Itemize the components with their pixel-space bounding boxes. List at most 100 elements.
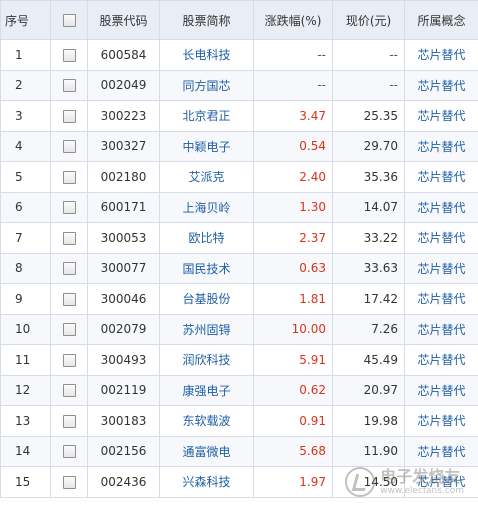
table-row[interactable]: 15 002436 兴森科技 1.97 14.50 芯片替代 bbox=[0, 466, 478, 498]
table-row[interactable]: 9 300046 台基股份 1.81 17.42 芯片替代 bbox=[0, 283, 478, 315]
row-checkbox[interactable] bbox=[62, 384, 76, 398]
row-checkbox-cell[interactable] bbox=[50, 283, 88, 315]
row-price: 19.98 bbox=[332, 405, 405, 437]
header-code[interactable]: 股票代码 bbox=[87, 0, 160, 40]
row-concept-link[interactable]: 芯片替代 bbox=[404, 466, 478, 498]
row-concept-link[interactable]: 芯片替代 bbox=[404, 222, 478, 254]
row-checkbox-cell[interactable] bbox=[50, 374, 88, 406]
row-checkbox-cell[interactable] bbox=[50, 69, 88, 101]
row-checkbox[interactable] bbox=[62, 323, 76, 337]
row-checkbox-cell[interactable] bbox=[50, 130, 88, 162]
row-price: 14.50 bbox=[332, 466, 405, 498]
row-concept-link[interactable]: 芯片替代 bbox=[404, 161, 478, 193]
row-checkbox[interactable] bbox=[62, 48, 76, 62]
table-row[interactable]: 14 002156 通富微电 5.68 11.90 芯片替代 bbox=[0, 435, 478, 467]
row-checkbox-cell[interactable] bbox=[50, 39, 88, 71]
table-header-row: 序号 股票代码 股票简称 涨跌幅(%) 现价(元) 所属概念 bbox=[0, 0, 478, 40]
row-change: 1.30 bbox=[253, 191, 333, 223]
row-change: 1.81 bbox=[253, 283, 333, 315]
row-concept-link[interactable]: 芯片替代 bbox=[404, 191, 478, 223]
row-concept-link[interactable]: 芯片替代 bbox=[404, 100, 478, 132]
row-checkbox[interactable] bbox=[62, 292, 76, 306]
row-concept-link[interactable]: 芯片替代 bbox=[404, 130, 478, 162]
row-checkbox-cell[interactable] bbox=[50, 405, 88, 437]
row-name-link[interactable]: 上海贝岭 bbox=[159, 191, 254, 223]
row-concept-link[interactable]: 芯片替代 bbox=[404, 252, 478, 284]
table-row[interactable]: 8 300077 国民技术 0.63 33.63 芯片替代 bbox=[0, 252, 478, 284]
header-change[interactable]: 涨跌幅(%) bbox=[253, 0, 333, 40]
row-name-link[interactable]: 长电科技 bbox=[159, 39, 254, 71]
row-name-link[interactable]: 艾派克 bbox=[159, 161, 254, 193]
row-checkbox[interactable] bbox=[62, 109, 76, 123]
row-code: 300223 bbox=[87, 100, 160, 132]
row-price: 17.42 bbox=[332, 283, 405, 315]
table-row[interactable]: 1 600584 长电科技 -- -- 芯片替代 bbox=[0, 39, 478, 71]
table-row[interactable]: 11 300493 润欣科技 5.91 45.49 芯片替代 bbox=[0, 344, 478, 376]
row-checkbox-cell[interactable] bbox=[50, 344, 88, 376]
row-name-link[interactable]: 通富微电 bbox=[159, 435, 254, 467]
row-checkbox[interactable] bbox=[62, 170, 76, 184]
row-concept-link[interactable]: 芯片替代 bbox=[404, 69, 478, 101]
row-price: -- bbox=[332, 69, 405, 101]
table-row[interactable]: 3 300223 北京君正 3.47 25.35 芯片替代 bbox=[0, 100, 478, 132]
row-concept-link[interactable]: 芯片替代 bbox=[404, 313, 478, 345]
header-select-all[interactable] bbox=[50, 0, 88, 40]
row-index: 9 bbox=[0, 283, 51, 315]
row-checkbox[interactable] bbox=[62, 201, 76, 215]
row-concept-link[interactable]: 芯片替代 bbox=[404, 39, 478, 71]
row-index: 7 bbox=[0, 222, 51, 254]
table-row[interactable]: 12 002119 康强电子 0.62 20.97 芯片替代 bbox=[0, 374, 478, 406]
row-checkbox-cell[interactable] bbox=[50, 100, 88, 132]
table-row[interactable]: 7 300053 欧比特 2.37 33.22 芯片替代 bbox=[0, 222, 478, 254]
row-name-link[interactable]: 北京君正 bbox=[159, 100, 254, 132]
row-name-link[interactable]: 东软载波 bbox=[159, 405, 254, 437]
row-code: 300327 bbox=[87, 130, 160, 162]
table-row[interactable]: 13 300183 东软载波 0.91 19.98 芯片替代 bbox=[0, 405, 478, 437]
row-concept-link[interactable]: 芯片替代 bbox=[404, 374, 478, 406]
row-checkbox[interactable] bbox=[62, 262, 76, 276]
header-concept[interactable]: 所属概念 bbox=[404, 0, 478, 40]
row-checkbox[interactable] bbox=[62, 353, 76, 367]
row-name-link[interactable]: 台基股份 bbox=[159, 283, 254, 315]
row-checkbox[interactable] bbox=[62, 140, 76, 154]
row-checkbox[interactable] bbox=[62, 79, 76, 93]
row-checkbox-cell[interactable] bbox=[50, 252, 88, 284]
row-price: 45.49 bbox=[332, 344, 405, 376]
row-name-link[interactable]: 中颖电子 bbox=[159, 130, 254, 162]
table-row[interactable]: 2 002049 同方国芯 -- -- 芯片替代 bbox=[0, 69, 478, 101]
row-checkbox-cell[interactable] bbox=[50, 435, 88, 467]
row-checkbox-cell[interactable] bbox=[50, 191, 88, 223]
table-row[interactable]: 10 002079 苏州固锝 10.00 7.26 芯片替代 bbox=[0, 313, 478, 345]
select-all-checkbox[interactable] bbox=[62, 14, 76, 27]
row-name-link[interactable]: 康强电子 bbox=[159, 374, 254, 406]
row-concept-link[interactable]: 芯片替代 bbox=[404, 344, 478, 376]
row-change: 0.91 bbox=[253, 405, 333, 437]
row-concept-link[interactable]: 芯片替代 bbox=[404, 283, 478, 315]
header-index[interactable]: 序号 bbox=[0, 0, 51, 40]
row-concept-link[interactable]: 芯片替代 bbox=[404, 405, 478, 437]
row-checkbox-cell[interactable] bbox=[50, 161, 88, 193]
row-checkbox[interactable] bbox=[62, 475, 76, 489]
row-change: 0.62 bbox=[253, 374, 333, 406]
row-name-link[interactable]: 苏州固锝 bbox=[159, 313, 254, 345]
row-name-link[interactable]: 同方国芯 bbox=[159, 69, 254, 101]
row-name-link[interactable]: 国民技术 bbox=[159, 252, 254, 284]
row-checkbox[interactable] bbox=[62, 445, 76, 459]
table-row[interactable]: 4 300327 中颖电子 0.54 29.70 芯片替代 bbox=[0, 130, 478, 162]
row-checkbox[interactable] bbox=[62, 231, 76, 245]
row-checkbox-cell[interactable] bbox=[50, 222, 88, 254]
table-row[interactable]: 5 002180 艾派克 2.40 35.36 芯片替代 bbox=[0, 161, 478, 193]
table-row[interactable]: 6 600171 上海贝岭 1.30 14.07 芯片替代 bbox=[0, 191, 478, 223]
row-checkbox-cell[interactable] bbox=[50, 313, 88, 345]
row-checkbox[interactable] bbox=[62, 414, 76, 428]
row-checkbox-cell[interactable] bbox=[50, 466, 88, 498]
header-name[interactable]: 股票简称 bbox=[159, 0, 254, 40]
row-index: 1 bbox=[0, 39, 51, 71]
header-price[interactable]: 现价(元) bbox=[332, 0, 405, 40]
row-name-link[interactable]: 欧比特 bbox=[159, 222, 254, 254]
row-name-link[interactable]: 润欣科技 bbox=[159, 344, 254, 376]
stock-table: 序号 股票代码 股票简称 涨跌幅(%) 现价(元) 所属概念 1 600584 长电… bbox=[0, 0, 478, 498]
row-name-link[interactable]: 兴森科技 bbox=[159, 466, 254, 498]
row-change: -- bbox=[253, 69, 333, 101]
row-concept-link[interactable]: 芯片替代 bbox=[404, 435, 478, 467]
